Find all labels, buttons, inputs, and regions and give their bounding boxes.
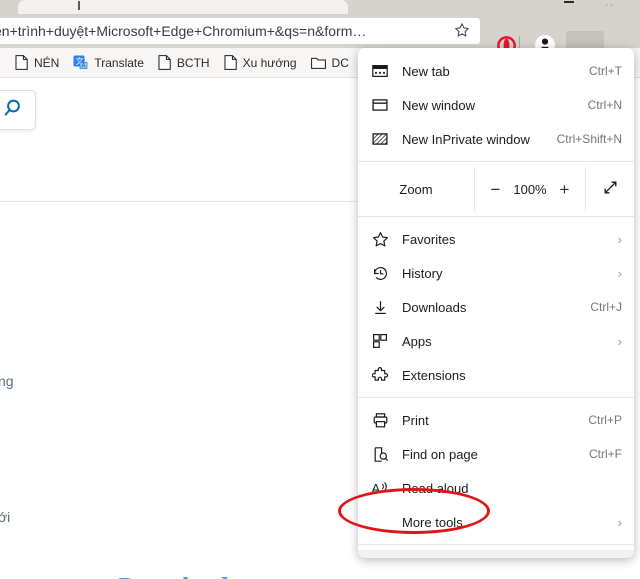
menu-item-shortcut: Ctrl+N <box>588 98 622 112</box>
bookmark-label: DC <box>332 56 349 70</box>
bookmark-xu-huong[interactable]: Xu hướng <box>217 51 304 75</box>
menu-item-settings[interactable]: Settings <box>358 550 634 558</box>
restore-icon <box>564 1 574 3</box>
bookmark-folder-dc[interactable]: DC <box>304 51 356 75</box>
bookmark-label: Translate <box>94 56 144 70</box>
zoom-in-button[interactable]: + <box>554 181 576 198</box>
menu-item-history[interactable]: History › <box>358 256 634 290</box>
svg-text:A: A <box>82 64 86 70</box>
menu-separator <box>358 397 634 398</box>
page-text-fragment: ới <box>0 509 10 525</box>
translate-icon: 文 A <box>73 55 88 70</box>
search-icon <box>4 97 26 124</box>
menu-item-more-tools[interactable]: More tools › <box>358 505 634 539</box>
menu-item-new-window[interactable]: New window Ctrl+N <box>358 88 634 122</box>
zoom-out-button[interactable]: − <box>484 181 506 198</box>
menu-item-apps[interactable]: Apps › <box>358 324 634 358</box>
chevron-right-icon: › <box>618 335 622 348</box>
extensions-icon <box>358 367 402 384</box>
new-window-icon <box>358 97 402 113</box>
page-text-fragment: ng <box>0 373 14 389</box>
zoom-controls: − 100% + <box>475 167 586 211</box>
menu-item-label: Apps <box>402 334 618 349</box>
menu-item-label: New InPrivate window <box>402 132 557 147</box>
read-aloud-icon: A <box>358 480 402 497</box>
bookmark-label: Xu hướng <box>243 56 297 70</box>
bookmark-nen[interactable]: NÉN <box>8 51 66 75</box>
close-window-button[interactable]: ·· <box>600 0 626 14</box>
inprivate-icon <box>358 131 402 147</box>
restore-window-button[interactable] <box>556 0 582 14</box>
download-icon <box>358 299 402 316</box>
menu-separator <box>358 216 634 217</box>
menu-item-extensions[interactable]: Extensions <box>358 358 634 392</box>
menu-item-label: Find on page <box>402 447 589 462</box>
folder-icon <box>311 56 326 69</box>
menu-item-label: Favorites <box>402 232 618 247</box>
printer-icon <box>358 412 402 429</box>
find-icon <box>358 446 402 463</box>
page-icon <box>15 55 28 70</box>
menu-item-find-on-page[interactable]: Find on page Ctrl+F <box>358 437 634 471</box>
chevron-right-icon: › <box>618 516 622 529</box>
star-icon <box>358 231 402 248</box>
menu-item-shortcut: Ctrl+F <box>589 447 622 461</box>
menu-item-downloads[interactable]: Downloads Ctrl+J <box>358 290 634 324</box>
watermark-brand: Download <box>116 572 226 579</box>
address-bar-url[interactable]: ên+trình+duyệt+Microsoft+Edge+Chromium+&… <box>0 23 444 39</box>
menu-item-shortcut: Ctrl+P <box>588 413 622 427</box>
zoom-value: 100% <box>513 182 546 197</box>
new-tab-icon <box>358 63 402 79</box>
menu-item-label: Print <box>402 413 588 428</box>
fullscreen-button[interactable] <box>586 167 634 211</box>
browser-toolbar: ên+trình+duyệt+Microsoft+Edge+Chromium+&… <box>0 14 640 48</box>
favorites-star-icon[interactable] <box>444 22 480 41</box>
menu-zoom-row: Zoom − 100% + <box>358 167 634 211</box>
menu-item-read-aloud[interactable]: A Read aloud <box>358 471 634 505</box>
menu-item-shortcut: Ctrl+T <box>589 64 622 78</box>
menu-separator <box>358 161 634 162</box>
svg-text:A: A <box>372 481 381 496</box>
bookmark-bcth[interactable]: BCTH <box>151 51 217 75</box>
page-icon <box>158 55 171 70</box>
menu-item-label: More tools <box>402 515 618 530</box>
bookmark-translate[interactable]: 文 A Translate <box>66 51 151 75</box>
bookmark-label: BCTH <box>177 56 210 70</box>
apps-icon <box>358 333 402 349</box>
zoom-label: Zoom <box>358 167 475 211</box>
chevron-right-icon: › <box>618 267 622 280</box>
menu-item-label: New window <box>402 98 588 113</box>
tab-text-caret <box>78 1 80 10</box>
browser-tab[interactable] <box>18 0 348 14</box>
browser-main-menu: New tab Ctrl+T New window Ctrl+N New InP… <box>358 48 634 558</box>
menu-item-shortcut: Ctrl+J <box>590 300 622 314</box>
menu-item-new-inprivate-window[interactable]: New InPrivate window Ctrl+Shift+N <box>358 122 634 156</box>
menu-item-favorites[interactable]: Favorites › <box>358 222 634 256</box>
page-search-button[interactable] <box>0 90 36 130</box>
page-divider <box>0 201 358 202</box>
watermark-text: Download.com.vn <box>82 574 312 579</box>
menu-item-label: Read aloud <box>402 481 622 496</box>
close-icon: ·· <box>605 0 614 10</box>
menu-item-label: New tab <box>402 64 589 79</box>
address-bar[interactable]: ên+trình+duyệt+Microsoft+Edge+Chromium+&… <box>0 18 480 44</box>
browser-title-bar: ·· <box>0 0 640 14</box>
page-icon <box>224 55 237 70</box>
menu-item-label: Downloads <box>402 300 590 315</box>
menu-item-print[interactable]: Print Ctrl+P <box>358 403 634 437</box>
fullscreen-icon <box>602 179 619 199</box>
menu-item-label: History <box>402 266 618 281</box>
menu-item-new-tab[interactable]: New tab Ctrl+T <box>358 54 634 88</box>
watermark: Download.com.vn <box>82 574 312 579</box>
menu-item-label: Extensions <box>402 368 622 383</box>
bookmark-label: NÉN <box>34 56 59 70</box>
menu-item-shortcut: Ctrl+Shift+N <box>557 132 622 146</box>
menu-separator <box>358 544 634 545</box>
chevron-right-icon: › <box>618 233 622 246</box>
history-icon <box>358 265 402 282</box>
